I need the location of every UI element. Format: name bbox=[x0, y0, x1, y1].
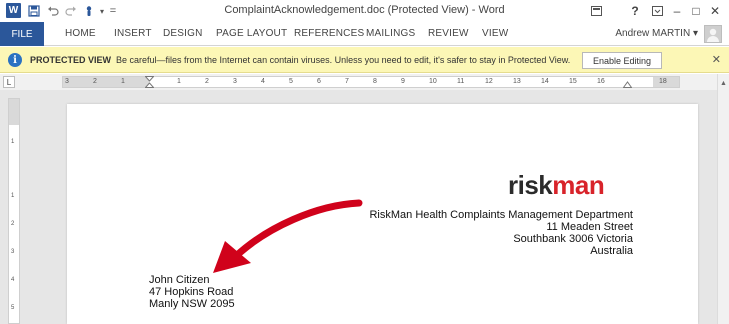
protected-view-message: Be careful—files from the Internet can c… bbox=[116, 55, 571, 65]
sender-line: 11 Meaden Street bbox=[546, 221, 633, 233]
info-icon: i bbox=[8, 53, 22, 67]
ruler-number: 1 bbox=[177, 78, 181, 85]
ruler-number: 18 bbox=[659, 78, 667, 85]
close-window-button[interactable]: ✕ bbox=[706, 2, 724, 19]
touch-mode-icon[interactable] bbox=[82, 3, 96, 19]
sender-address: RiskMan Health Complaints Management Dep… bbox=[367, 209, 633, 257]
ribbon-display-options-icon[interactable] bbox=[587, 2, 605, 19]
protected-view-title: PROTECTED VIEW bbox=[30, 55, 112, 65]
sender-line: RiskMan Health Complaints Management Dep… bbox=[369, 209, 633, 221]
top-margin-area bbox=[9, 99, 19, 125]
ruler-number: 13 bbox=[513, 78, 521, 85]
recipient-line: 47 Hopkins Road bbox=[149, 286, 234, 298]
customize-toolbar-button[interactable]: = bbox=[108, 3, 118, 19]
right-indent-marker-icon[interactable] bbox=[623, 80, 632, 88]
sender-line: Southbank 3006 Victoria bbox=[513, 233, 633, 245]
ruler-row: L 3 2 1 1 2 3 4 5 6 7 8 9 10 11 12 13 14… bbox=[0, 74, 729, 90]
user-name: Andrew MARTIN bbox=[615, 28, 691, 39]
save-icon[interactable] bbox=[27, 3, 41, 19]
ruler-number: 4 bbox=[261, 78, 265, 85]
scroll-up-icon[interactable]: ▲ bbox=[719, 78, 728, 88]
chevron-down-icon: ▾ bbox=[692, 28, 698, 39]
ruler-number: 2 bbox=[93, 78, 97, 85]
ruler-number: 1 bbox=[11, 193, 15, 199]
riskman-logo: riskman bbox=[508, 170, 605, 200]
tab-design[interactable]: DESIGN bbox=[163, 28, 203, 39]
recipient-line: John Citizen bbox=[149, 274, 210, 286]
tab-review[interactable]: REVIEW bbox=[428, 28, 469, 39]
tab-insert[interactable]: INSERT bbox=[114, 28, 152, 39]
ruler-number: 3 bbox=[233, 78, 237, 85]
ribbon-tabs: FILE HOME INSERT DESIGN PAGE LAYOUT REFE… bbox=[0, 22, 729, 46]
tab-references[interactable]: REFERENCES bbox=[294, 28, 364, 39]
tab-file[interactable]: FILE bbox=[0, 22, 44, 46]
left-margin-area bbox=[63, 77, 149, 87]
tab-view[interactable]: VIEW bbox=[482, 28, 508, 39]
ruler-number: 1 bbox=[121, 78, 125, 85]
ruler-number: 5 bbox=[11, 305, 15, 311]
redo-icon[interactable] bbox=[64, 3, 78, 19]
document-canvas: 1 1 2 3 4 5 riskman RiskMan Health Compl… bbox=[0, 90, 717, 324]
ruler-number: 8 bbox=[373, 78, 377, 85]
ruler-number: 1 bbox=[11, 139, 15, 145]
ruler-number: 10 bbox=[429, 78, 437, 85]
tab-mailings[interactable]: MAILINGS bbox=[366, 28, 415, 39]
recipient-address: John Citizen 47 Hopkins Road Manly NSW 2… bbox=[149, 274, 235, 310]
chevron-down-icon[interactable]: ▾ bbox=[97, 3, 107, 19]
ruler-number: 3 bbox=[11, 249, 15, 255]
user-account[interactable]: Andrew MARTIN ▾ bbox=[615, 28, 698, 39]
ruler-number: 7 bbox=[345, 78, 349, 85]
ruler-number: 5 bbox=[289, 78, 293, 85]
ruler-number: 2 bbox=[205, 78, 209, 85]
ruler-number: 12 bbox=[485, 78, 493, 85]
document-page[interactable]: riskman RiskMan Health Complaints Manage… bbox=[67, 104, 698, 324]
ruler-number: 14 bbox=[541, 78, 549, 85]
vertical-ruler[interactable]: 1 1 2 3 4 5 bbox=[8, 98, 20, 324]
sender-line: Australia bbox=[590, 245, 633, 257]
indent-marker-icon[interactable] bbox=[145, 76, 154, 88]
avatar[interactable] bbox=[704, 25, 722, 43]
protected-view-bar: i PROTECTED VIEW Be careful—files from t… bbox=[0, 47, 729, 73]
help-button[interactable]: ? bbox=[626, 2, 644, 19]
undo-icon[interactable] bbox=[46, 3, 60, 19]
ruler-number: 4 bbox=[11, 277, 15, 283]
ruler-number: 15 bbox=[569, 78, 577, 85]
logo-man-text: man bbox=[552, 170, 605, 200]
tab-home[interactable]: HOME bbox=[65, 28, 96, 39]
close-banner-icon[interactable]: ✕ bbox=[712, 53, 721, 66]
ruler-number: 9 bbox=[401, 78, 405, 85]
ruler-number: 11 bbox=[457, 78, 465, 85]
tab-page-layout[interactable]: PAGE LAYOUT bbox=[216, 28, 287, 39]
tab-selector[interactable]: L bbox=[3, 76, 15, 88]
restore-ribbon-icon[interactable] bbox=[648, 2, 666, 19]
logo-risk-text: risk bbox=[508, 170, 553, 200]
ruler-number: 16 bbox=[597, 78, 605, 85]
enable-editing-button[interactable]: Enable Editing bbox=[582, 52, 662, 69]
minimize-button[interactable]: – bbox=[668, 2, 686, 19]
ruler-number: 6 bbox=[317, 78, 321, 85]
maximize-button[interactable]: □ bbox=[687, 2, 705, 19]
recipient-line: Manly NSW 2095 bbox=[149, 298, 235, 310]
ruler-number: 3 bbox=[65, 78, 69, 85]
horizontal-ruler[interactable]: 3 2 1 1 2 3 4 5 6 7 8 9 10 11 12 13 14 1… bbox=[62, 76, 680, 88]
word-app-icon[interactable]: W bbox=[6, 3, 21, 18]
ruler-number: 2 bbox=[11, 221, 15, 227]
title-bar: W ▾ = ComplaintAcknowledgement.doc (Prot… bbox=[0, 0, 729, 22]
callout-arrow-icon bbox=[213, 199, 363, 273]
vertical-scrollbar[interactable]: ▲ bbox=[717, 74, 729, 324]
